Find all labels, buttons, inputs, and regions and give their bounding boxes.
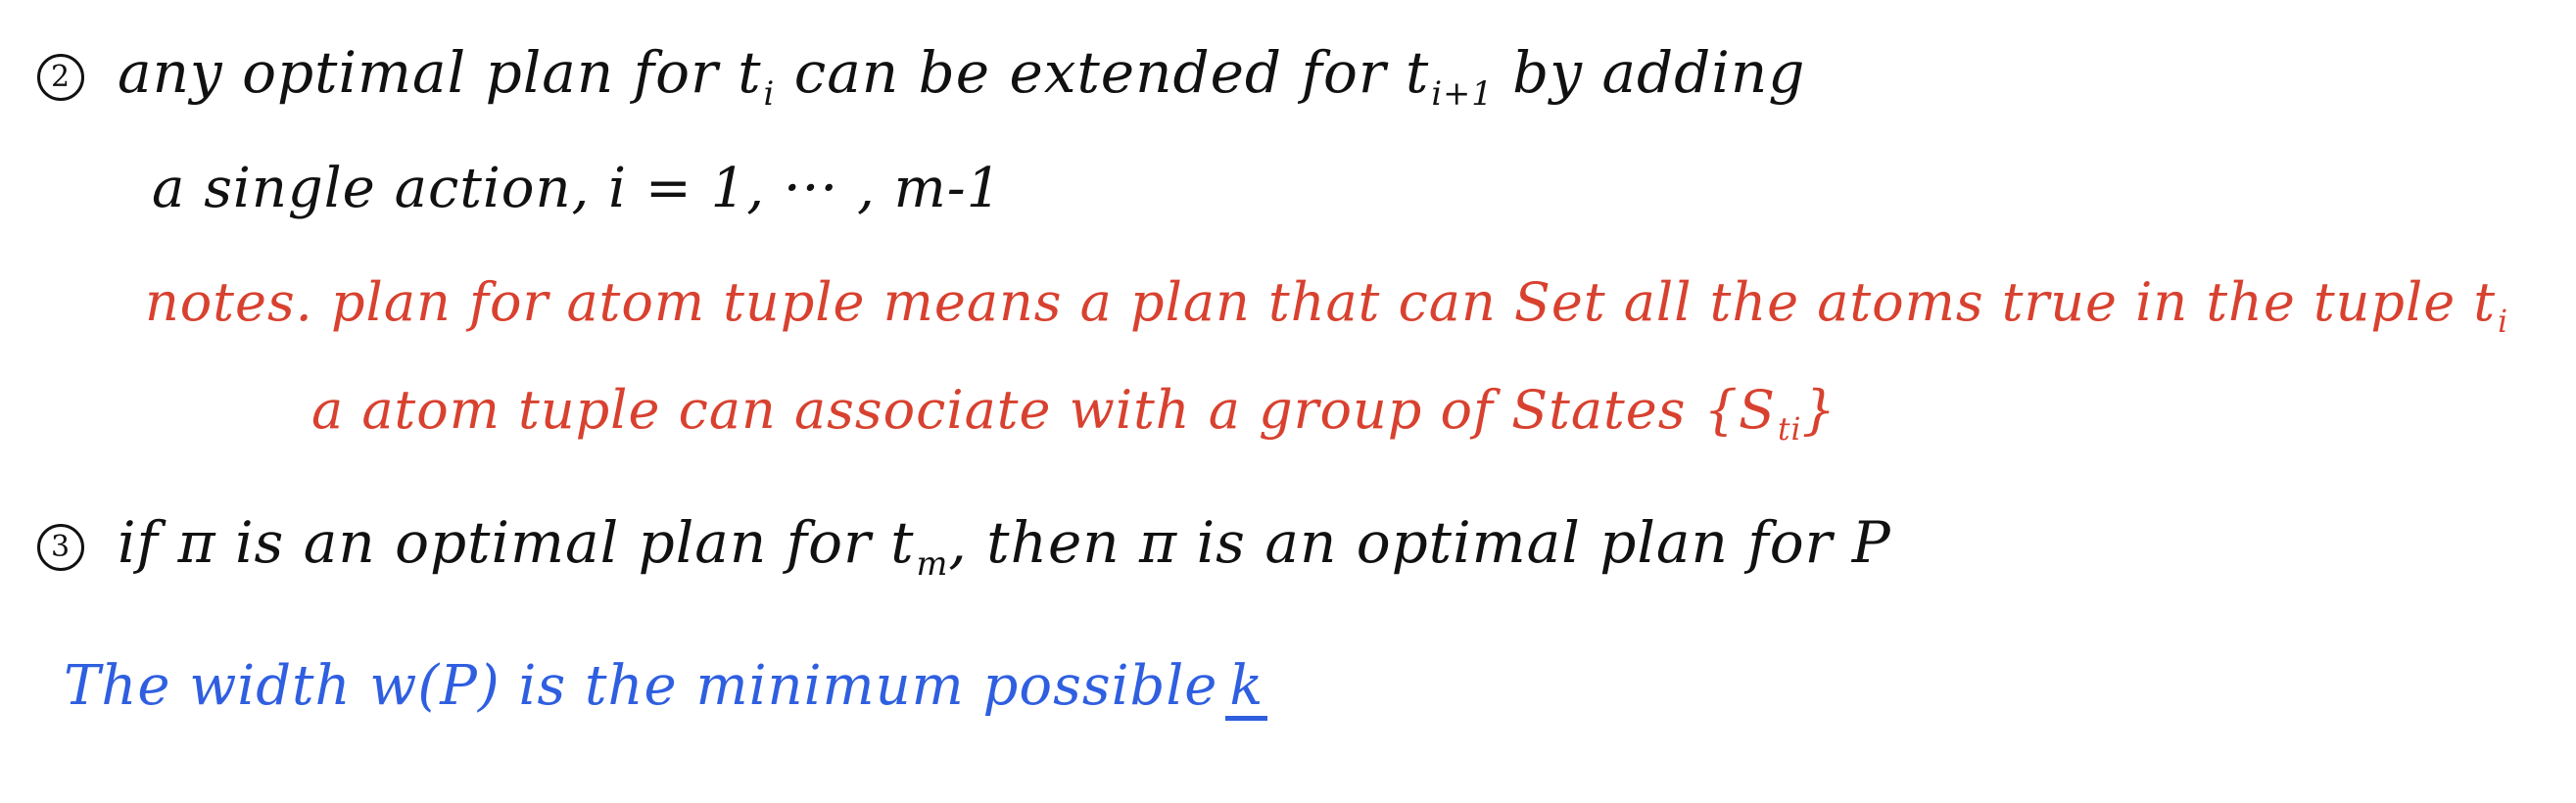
circled-number-2: 2 [37,54,84,101]
item-2-text-middle: can be extended for t [775,39,1430,106]
circled-number-3: 3 [37,524,84,571]
notes-line-1: notes. plan for atom tuple means a plan … [145,276,2508,338]
item-3-text-after: , then π is an optimal plan for P [948,509,1891,576]
width-statement-text: The width w(P) is the minimum possible [64,654,1218,718]
item-2-subscript-i-plus-1: i+1 [1431,73,1494,113]
notes-line-1-text: notes. plan for atom tuple means a plan … [145,271,2497,333]
item-2-subscript-i: i [763,73,776,113]
item-3-subscript-m: m [916,543,949,583]
notes-line-1-subscript-i: i [2498,304,2509,340]
handwritten-notes-page: 2 any optimal plan for ti can be extended… [0,0,2576,803]
item-3-text-before-sub: if π is an optimal plan for t [118,509,915,576]
item-2-line-2: a single action, i = 1, ··· , m-1 [152,162,1002,216]
item-2-second-line-text: a single action, i = 1, ··· , m-1 [152,157,1003,220]
notes-line-2-closing-brace: } [1801,379,1837,441]
notes-line-2-subscript-ti: ti [1777,411,1802,448]
notes-line-2-text: a atom tuple can associate with a group … [311,379,1776,441]
notes-line-2: a atom tuple can associate with a group … [311,384,1837,446]
item-2-text-before-sub-1: any optimal plan for t [118,39,762,106]
width-statement: The width w(P) is the minimum possible k [64,659,1268,721]
item-2-text-after: by adding [1493,39,1806,106]
item-2-line-1: 2 any optimal plan for ti can be extended… [37,44,1805,110]
item-3-line: 3 if π is an optimal plan for tm, then π … [37,514,1891,580]
underlined-k: k [1225,659,1268,721]
